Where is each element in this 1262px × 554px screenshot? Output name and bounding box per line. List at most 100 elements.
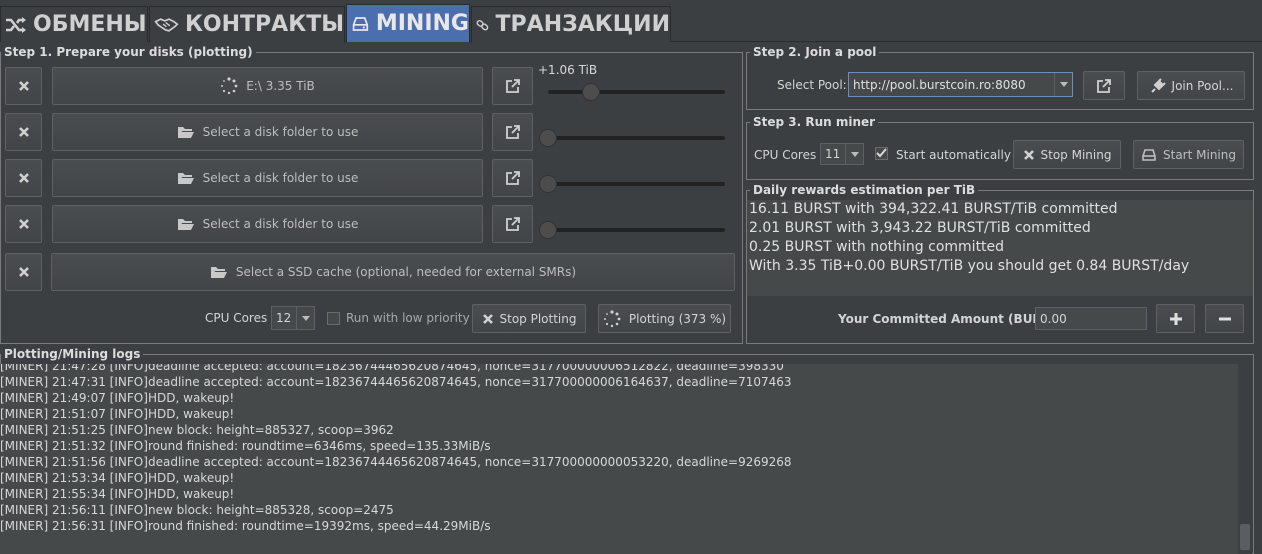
plotting-status-button[interactable]: Plotting (373 %) — [598, 304, 731, 333]
remove-ssd-button[interactable] — [5, 253, 42, 291]
join-pool-button[interactable]: Join Pool... — [1137, 71, 1245, 100]
logs-title: Plotting/Mining logs — [1, 347, 144, 361]
slider-value-label: +1.06 TiB — [538, 63, 598, 77]
increase-commitment-button[interactable] — [1156, 304, 1195, 333]
disk-label: Select a disk folder to use — [202, 171, 359, 185]
disk-size-slider[interactable] — [548, 90, 725, 94]
close-icon — [18, 127, 29, 137]
log-prefix: [MINER] 21:51:25 [INFO] — [0, 423, 148, 437]
tab-mining[interactable]: MINING — [346, 4, 470, 42]
close-icon — [18, 267, 29, 277]
spinner-icon — [221, 77, 238, 95]
log-line: [MINER] 21:51:56 [INFO]deadline accepted… — [0, 454, 1238, 470]
drive-icon — [352, 16, 369, 31]
close-icon — [18, 219, 29, 229]
folder-open-icon — [210, 267, 227, 278]
tab-transactions[interactable]: ТРАНЗАКЦИИ — [471, 6, 671, 42]
remove-disk-button[interactable] — [5, 67, 42, 105]
folder-open-icon — [177, 219, 194, 230]
logs-area[interactable]: [MINER] 21:47:28 [INFO]deadline accepted… — [0, 364, 1238, 554]
select-pool-label: Select Pool: — [777, 78, 847, 92]
decrease-commitment-button[interactable] — [1205, 304, 1244, 333]
log-message: HDD, wakeup! — [148, 391, 235, 405]
log-prefix: [MINER] 21:53:34 [INFO] — [0, 471, 148, 485]
select-disk-button[interactable]: Select a disk folder to use — [52, 205, 483, 243]
drive-icon — [1142, 148, 1156, 161]
ssd-label: Select a SSD cache (optional, needed for… — [235, 265, 577, 279]
disk-label: E:\ 3.35 TiB — [246, 79, 315, 93]
log-message: new block: height=885327, scoop=3962 — [148, 423, 394, 437]
rewards-line: 16.11 BURST with 394,322.41 BURST/TiB co… — [749, 201, 1118, 217]
tab-exchanges[interactable]: ОБМЕНЫ — [0, 6, 148, 42]
open-disk-folder-button[interactable] — [492, 159, 533, 197]
plot-cpu-cores-value: 12 — [276, 311, 292, 325]
rewards-text: 16.11 BURST with 394,322.41 BURST/TiB co… — [747, 200, 1253, 296]
log-message: HDD, wakeup! — [148, 487, 235, 501]
log-prefix: [MINER] 21:55:34 [INFO] — [0, 487, 148, 501]
start-auto-checkbox[interactable] — [875, 147, 888, 160]
close-icon — [482, 313, 493, 324]
folder-open-icon — [177, 173, 194, 184]
disk-label: Select a disk folder to use — [202, 217, 359, 231]
mine-cpu-cores-select[interactable]: 11 — [820, 143, 864, 165]
log-prefix: [MINER] 21:51:32 [INFO] — [0, 439, 148, 453]
committed-amount-input[interactable] — [1035, 307, 1147, 330]
log-message: HDD, wakeup! — [148, 471, 235, 485]
log-line: [MINER] 21:47:28 [INFO]deadline accepted… — [0, 364, 1238, 374]
stop-plotting-button[interactable]: Stop Plotting — [472, 304, 586, 333]
log-line: [MINER] 21:51:07 [INFO]HDD, wakeup! — [0, 406, 1238, 422]
log-message: round finished: roundtime=19392ms, speed… — [148, 519, 491, 533]
external-link-icon — [505, 79, 520, 93]
logs-scrollbar[interactable] — [1238, 364, 1252, 554]
stop-mining-button[interactable]: Stop Mining — [1013, 140, 1121, 169]
open-disk-folder-button[interactable] — [492, 67, 533, 105]
remove-disk-button[interactable] — [5, 159, 42, 197]
close-icon — [1023, 149, 1034, 160]
tab-contracts[interactable]: КОНТРАКТЫ — [149, 6, 345, 42]
rewards-title: Daily rewards estimation per TiB — [750, 183, 979, 197]
check-icon — [876, 148, 887, 158]
slider-knob[interactable] — [581, 83, 600, 101]
disk-label: Select a disk folder to use — [202, 125, 359, 139]
external-link-icon — [505, 125, 520, 139]
tab-label: ТРАНЗАКЦИИ — [495, 12, 670, 37]
start-mining-button[interactable]: Start Mining — [1133, 140, 1244, 169]
slider-knob[interactable] — [539, 221, 557, 239]
select-disk-button[interactable]: Select a disk folder to use — [52, 159, 483, 197]
minus-icon — [1218, 317, 1231, 320]
plot-cpu-cores-select[interactable]: 12 — [271, 306, 315, 330]
log-prefix: [MINER] 21:51:07 [INFO] — [0, 407, 148, 421]
log-prefix: [MINER] 21:47:31 [INFO] — [0, 375, 148, 389]
external-link-icon — [505, 171, 520, 185]
log-line: [MINER] 21:51:25 [INFO]new block: height… — [0, 422, 1238, 438]
select-disk-button[interactable]: E:\ 3.35 TiB — [52, 67, 483, 105]
slider-knob[interactable] — [539, 175, 557, 193]
log-prefix: [MINER] 21:56:31 [INFO] — [0, 519, 148, 533]
low-priority-label: Run with low priority — [346, 311, 470, 325]
select-ssd-button[interactable]: Select a SSD cache (optional, needed for… — [51, 253, 735, 291]
open-pool-button[interactable] — [1083, 71, 1125, 100]
log-prefix: [MINER] 21:56:11 [INFO] — [0, 503, 148, 517]
disk-size-slider[interactable] — [548, 228, 725, 232]
low-priority-checkbox[interactable] — [327, 312, 340, 325]
remove-disk-button[interactable] — [5, 205, 42, 243]
log-line: [MINER] 21:56:31 [INFO]round finished: r… — [0, 518, 1238, 534]
slider-knob[interactable] — [539, 129, 557, 147]
log-line: [MINER] 21:49:07 [INFO]HDD, wakeup! — [0, 390, 1238, 406]
chevron-down-icon — [1054, 73, 1072, 96]
scrollbar-thumb[interactable] — [1240, 524, 1250, 550]
tab-label: ОБМЕНЫ — [33, 12, 147, 37]
plug-icon — [1150, 77, 1166, 93]
log-message: HDD, wakeup! — [148, 407, 235, 421]
rewards-line: With 3.35 TiB+0.00 BURST/TiB you should … — [749, 258, 1190, 274]
pool-select[interactable]: http://pool.burstcoin.ro:8080 — [848, 72, 1073, 97]
select-disk-button[interactable]: Select a disk folder to use — [52, 113, 483, 151]
remove-disk-button[interactable] — [5, 113, 42, 151]
open-disk-folder-button[interactable] — [492, 205, 533, 243]
spinner-icon — [603, 309, 621, 327]
open-disk-folder-button[interactable] — [492, 113, 533, 151]
log-line: [MINER] 21:53:34 [INFO]HDD, wakeup! — [0, 470, 1238, 486]
log-line: [MINER] 21:55:34 [INFO]HDD, wakeup! — [0, 486, 1238, 502]
disk-size-slider[interactable] — [548, 182, 725, 186]
disk-size-slider[interactable] — [548, 136, 725, 140]
